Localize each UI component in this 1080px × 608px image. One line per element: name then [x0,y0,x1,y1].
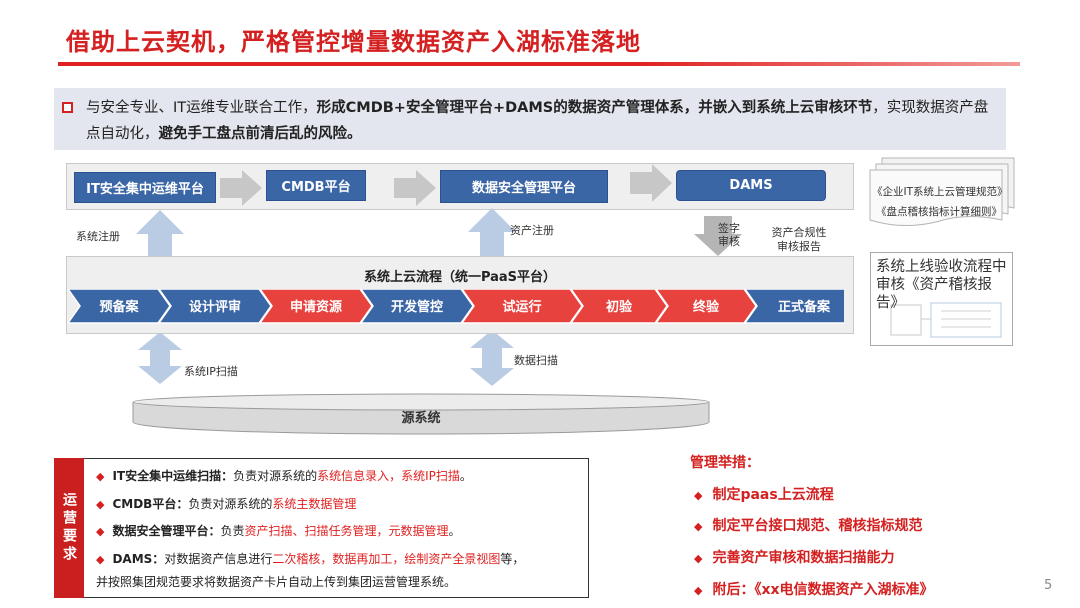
label-sign-review: 签字 审核 [718,222,740,248]
right-arrow-icon [630,164,672,202]
measure-item: ◆ 制定paas上云流程 [694,487,834,503]
square-bullet-icon [62,102,73,113]
double-arrow-icon [138,332,182,384]
flow-step-label: 初验 [606,299,633,315]
flow-step-label: 预备案 [99,299,139,315]
flow-step-label: 申请资源 [290,299,342,315]
acceptance-note-text: 系统上线验收流程中审核《资产稽核报告》 [876,259,1007,311]
operation-requirements-label: 运营要求 [54,458,84,598]
label-system-register: 系统注册 [76,230,120,243]
requirement-item: ◆ CMDB平台：负责对源系统的系统主数据管理 [96,497,357,511]
measure-item: ◆ 附后：《xx电信数据资产入湖标准》 [694,582,934,598]
label-data-scan: 数据扫描 [514,354,558,367]
measure-item: ◆ 制定平台接口规范、稽核指标规范 [694,518,923,534]
diamond-bullet-icon: ◆ [96,525,105,538]
requirement-item-continuation: 并按照集团规范要求将数据资产卡片自动上传到集团运营管理系统。 [96,575,457,589]
right-arrow-icon [220,170,262,206]
flow-step-label: 设计评审 [189,299,241,315]
label-asset-register: 资产注册 [510,224,554,237]
flow-step-label: 开发管控 [391,299,443,315]
label-ip-scan: 系统IP扫描 [184,365,238,378]
flow-step-label: 正式备案 [778,299,831,315]
platform-it-ops: IT安全集中运维平台 [74,172,216,203]
intro-text: 与安全专业、IT运维专业联合工作，形成CMDB+安全管理平台+DAMS的数据资产… [86,100,989,142]
diamond-bullet-icon: ◆ [96,553,105,566]
diamond-bullet-icon: ◆ [694,584,703,597]
diamond-bullet-icon: ◆ [694,520,703,533]
measure-item: ◆ 完善资产审核和数据扫描能力 [694,550,895,566]
source-system-label: 源系统 [401,411,441,426]
right-arrow-icon [394,170,436,206]
flow-title: 系统上云流程（统一PaaS平台） [363,270,557,285]
label-compliance-report: 资产合规性 审核报告 [771,226,827,253]
double-arrow-icon [470,330,514,386]
platform-dams: DAMS [676,170,826,201]
diamond-bullet-icon: ◆ [96,498,105,511]
title-divider [58,62,1020,66]
page-title: 借助上云契机，严格管控增量数据资产入湖标准落地 [66,28,641,56]
measures-title: 管理举措： [690,455,760,471]
requirement-item: ◆ IT安全集中运维扫描：负责对源系统的系统信息录入，系统IP扫描。 [96,469,472,483]
flow-step-label: 终验 [693,299,720,315]
flow-step-label: 试运行 [502,299,541,315]
requirement-item: ◆ DAMS：对数据资产信息进行二次稽核，数据再加工，绘制资产全景视图等， [96,552,525,566]
diamond-bullet-icon: ◆ [694,552,703,565]
requirement-item: ◆ 数据安全管理平台：负责资产扫描、扫描任务管理，元数据管理。 [96,524,461,538]
diamond-bullet-icon: ◆ [96,470,105,483]
flow-steps: 预备案 设计评审 申请资源 开发管控 试运行 初验 终验 正式备案 [68,289,844,324]
platform-cmdb: CMDB平台 [266,170,366,201]
page-number: 5 [1044,578,1053,593]
doc-title-1: 《企业IT系统上云管理规范》 [872,186,1008,198]
diamond-bullet-icon: ◆ [694,489,703,502]
doc-title-2: 《盘点稽核指标计算细则》 [876,206,1002,218]
platform-data-security: 数据安全管理平台 [440,170,608,203]
